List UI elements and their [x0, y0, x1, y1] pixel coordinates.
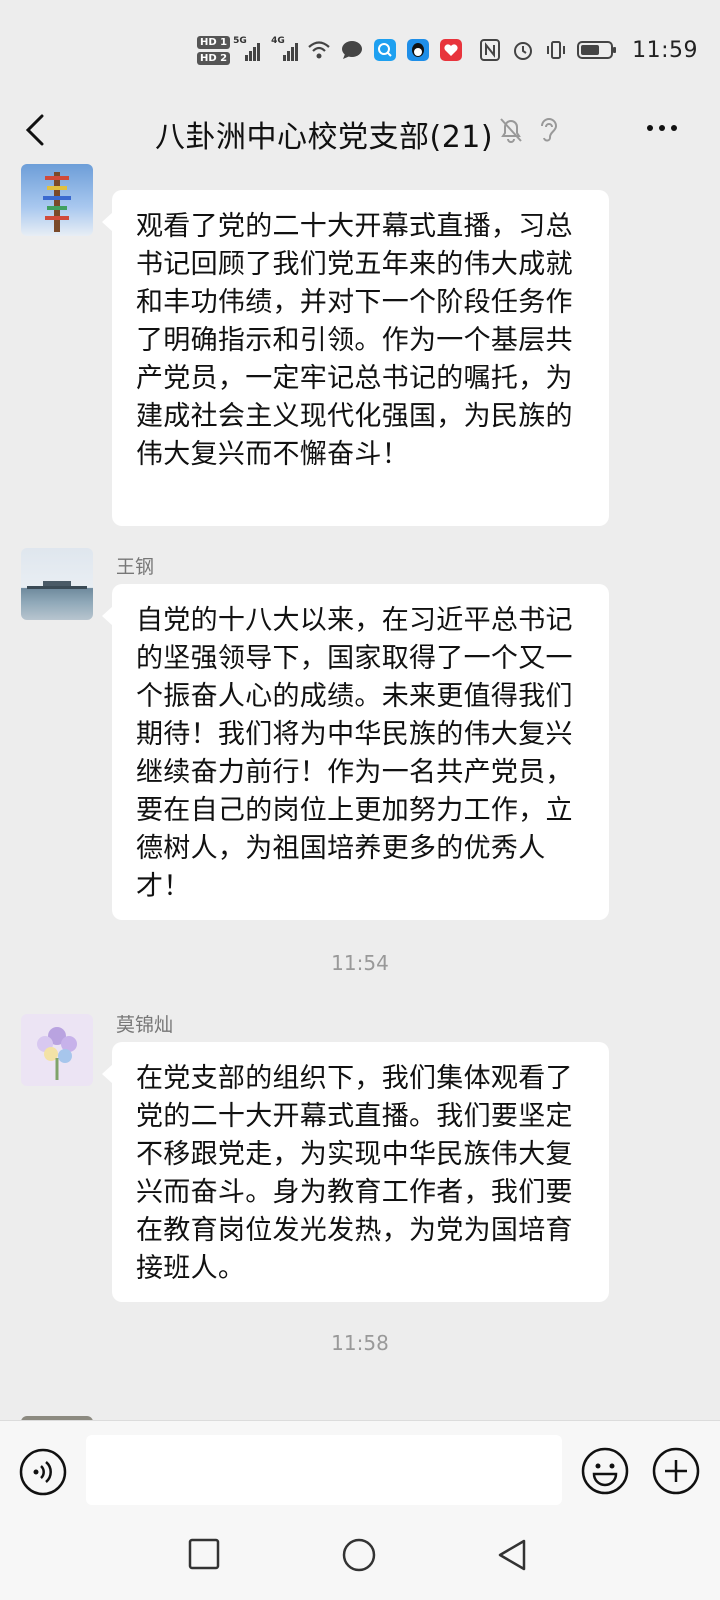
vibrate-icon	[544, 38, 568, 62]
message-input[interactable]	[86, 1435, 562, 1505]
emoji-icon	[581, 1447, 629, 1495]
system-nav-bar	[0, 1518, 720, 1600]
avatar[interactable]	[21, 548, 93, 620]
search-app-icon	[373, 38, 397, 62]
home-circle-icon	[342, 1538, 376, 1572]
chevron-left-icon	[25, 114, 44, 146]
battery-icon	[577, 38, 617, 62]
alarm-icon	[511, 38, 535, 62]
chat-header: 八卦洲中心校党支部(21)	[0, 100, 720, 164]
nfc-icon	[478, 38, 502, 62]
back-triangle-icon	[498, 1539, 526, 1571]
heart-app-icon	[439, 38, 463, 62]
voice-icon	[19, 1448, 67, 1496]
input-bar	[0, 1420, 720, 1518]
plus-button[interactable]	[652, 1447, 700, 1499]
recents-button[interactable]	[188, 1538, 220, 1574]
wifi-icon	[307, 38, 331, 62]
chat-title: 八卦洲中心校党支部(21)	[155, 120, 494, 155]
message-bubble[interactable]: 在党支部的组织下，我们集体观看了党的二十大开幕式直播。我们要坚定不移跟党走，为实…	[102, 1042, 609, 1302]
qq-icon	[406, 38, 430, 62]
net1-label: 5G	[233, 36, 247, 46]
signal-5g-icon: 5G	[233, 36, 261, 61]
voice-button[interactable]	[19, 1448, 67, 1500]
bell-off-icon	[498, 116, 524, 148]
chat-message-list[interactable]: 丁伟 观看了党的二十大开幕式直播，习总书记回顾了我们党五年来的伟大成就和丰功伟绩…	[0, 164, 720, 1420]
chat-bubble-icon	[340, 38, 364, 62]
clock: 11:59	[632, 37, 698, 63]
recents-square-icon	[188, 1538, 220, 1570]
hd2-label: HD 2	[196, 51, 231, 65]
hd1-label: HD 1	[196, 35, 231, 49]
hd-indicator: HD 1 HD 2	[196, 35, 231, 65]
ear-icon	[537, 116, 559, 148]
more-button[interactable]	[644, 118, 694, 148]
status-bar: HD 1 HD 2 5G 4G 11:59	[0, 0, 720, 100]
timestamp: 11:54	[331, 951, 389, 975]
back-button[interactable]	[20, 110, 60, 154]
more-dots-icon	[647, 125, 677, 131]
avatar[interactable]	[21, 1014, 93, 1086]
home-button[interactable]	[342, 1538, 376, 1576]
sender-name: 王钢	[116, 556, 155, 578]
timestamp: 11:58	[331, 1331, 389, 1355]
signal-4g-icon: 4G	[271, 36, 299, 61]
plus-circle-icon	[652, 1447, 700, 1495]
message-bubble[interactable]: 自党的十八大以来，在习近平总书记的坚强领导下，国家取得了一个又一个振奋人心的成绩…	[102, 584, 609, 920]
avatar[interactable]	[21, 164, 93, 236]
emoji-button[interactable]	[581, 1447, 629, 1499]
message-bubble[interactable]: 观看了党的二十大开幕式直播，习总书记回顾了我们党五年来的伟大成就和丰功伟绩，并对…	[102, 190, 609, 526]
back-nav-button[interactable]	[496, 1538, 528, 1576]
net2-label: 4G	[271, 36, 285, 46]
sender-name: 莫锦灿	[116, 1014, 174, 1036]
